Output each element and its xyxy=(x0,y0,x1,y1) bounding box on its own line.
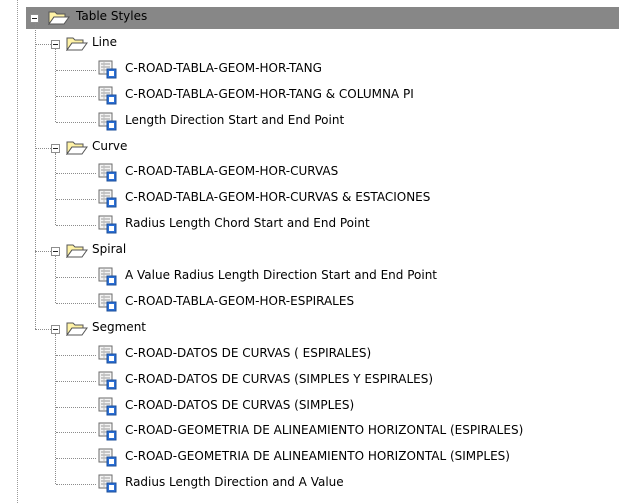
table-style-item[interactable]: Length Direction Start and End Point xyxy=(125,113,344,127)
tree-guide xyxy=(55,48,56,122)
tree-connector xyxy=(56,277,96,278)
folder-open-icon xyxy=(66,140,88,156)
folder-open-icon xyxy=(48,10,70,26)
table-style-item[interactable]: C-ROAD-TABLA-GEOM-HOR-CURVAS & ESTACIONE… xyxy=(125,190,430,204)
tree-connector xyxy=(56,199,96,201)
tree-guide xyxy=(55,256,56,303)
table-style-item[interactable]: C-ROAD-TABLA-GEOM-HOR-TANG & COLUMNA PI xyxy=(125,87,414,101)
table-style-icon xyxy=(98,422,118,442)
table-style-icon xyxy=(98,345,118,365)
table-style-icon xyxy=(98,112,118,132)
table-style-icon xyxy=(98,293,118,313)
tree-connector xyxy=(56,95,96,97)
tree-guide xyxy=(55,152,56,226)
table-style-item[interactable]: C-ROAD-DATOS DE CURVAS (SIMPLES) xyxy=(125,398,354,412)
tree-connector xyxy=(35,147,51,149)
tree-connector xyxy=(56,69,96,71)
collapse-icon[interactable] xyxy=(51,324,60,334)
tree-node-spiral[interactable]: Spiral xyxy=(92,242,126,256)
collapse-icon[interactable] xyxy=(30,14,39,23)
tree-connector xyxy=(35,328,51,330)
tree-guide xyxy=(55,333,56,485)
tree-node-curve[interactable]: Curve xyxy=(92,139,127,153)
tree-connector xyxy=(35,251,51,253)
tree-node-label: Table Styles xyxy=(76,9,148,23)
tree-connector xyxy=(56,302,96,304)
table-style-icon xyxy=(98,189,118,209)
table-style-icon xyxy=(98,267,118,287)
table-style-item[interactable]: C-ROAD-TABLA-GEOM-HOR-CURVAS xyxy=(125,164,338,178)
tree-connector xyxy=(56,225,96,227)
folder-open-icon xyxy=(66,243,88,259)
table-style-icon xyxy=(98,474,118,494)
tree-connector xyxy=(56,380,96,382)
tree-left-guide xyxy=(17,0,18,503)
tree-node-segment[interactable]: Segment xyxy=(92,320,146,334)
table-style-item[interactable]: A Value Radius Length Direction Start an… xyxy=(125,268,437,282)
collapse-icon[interactable] xyxy=(51,39,60,49)
table-style-item[interactable]: C-ROAD-TABLA-GEOM-HOR-ESPIRALES xyxy=(125,294,354,308)
tree-connector xyxy=(56,406,96,408)
table-style-icon xyxy=(98,397,118,417)
tree-node-line[interactable]: Line xyxy=(92,35,117,49)
table-style-icon xyxy=(98,371,118,391)
tree-connector xyxy=(56,173,96,175)
table-style-item[interactable]: Radius Length Direction and A Value xyxy=(125,475,344,489)
table-style-item[interactable]: Radius Length Chord Start and End Point xyxy=(125,216,370,230)
table-style-item[interactable]: C-ROAD-DATOS DE CURVAS (SIMPLES Y ESPIRA… xyxy=(125,372,433,386)
tree-connector xyxy=(56,121,96,123)
tree-connector xyxy=(56,458,96,460)
tree-guide xyxy=(35,23,36,329)
table-style-icon xyxy=(98,448,118,468)
tree-connector xyxy=(35,43,51,45)
table-style-icon xyxy=(98,86,118,106)
tree-connector xyxy=(56,432,96,434)
table-style-icon xyxy=(98,163,118,183)
table-style-item[interactable]: C-ROAD-DATOS DE CURVAS ( ESPIRALES) xyxy=(125,346,371,360)
tree-connector xyxy=(56,484,96,486)
table-style-item[interactable]: C-ROAD-GEOMETRIA DE ALINEAMIENTO HORIZON… xyxy=(125,423,523,437)
table-styles-tree: Table Styles Line C-ROAD-TABLA-GEOM-HOR-TA… xyxy=(0,0,619,503)
tree-connector xyxy=(56,354,96,356)
collapse-icon[interactable] xyxy=(51,247,60,257)
table-style-icon xyxy=(98,60,118,80)
folder-open-icon xyxy=(66,36,88,52)
folder-open-icon xyxy=(66,321,88,337)
collapse-icon[interactable] xyxy=(51,143,60,153)
table-style-item[interactable]: C-ROAD-TABLA-GEOM-HOR-TANG xyxy=(125,61,322,75)
table-style-item[interactable]: C-ROAD-GEOMETRIA DE ALINEAMIENTO HORIZON… xyxy=(125,449,510,463)
table-style-icon xyxy=(98,215,118,235)
